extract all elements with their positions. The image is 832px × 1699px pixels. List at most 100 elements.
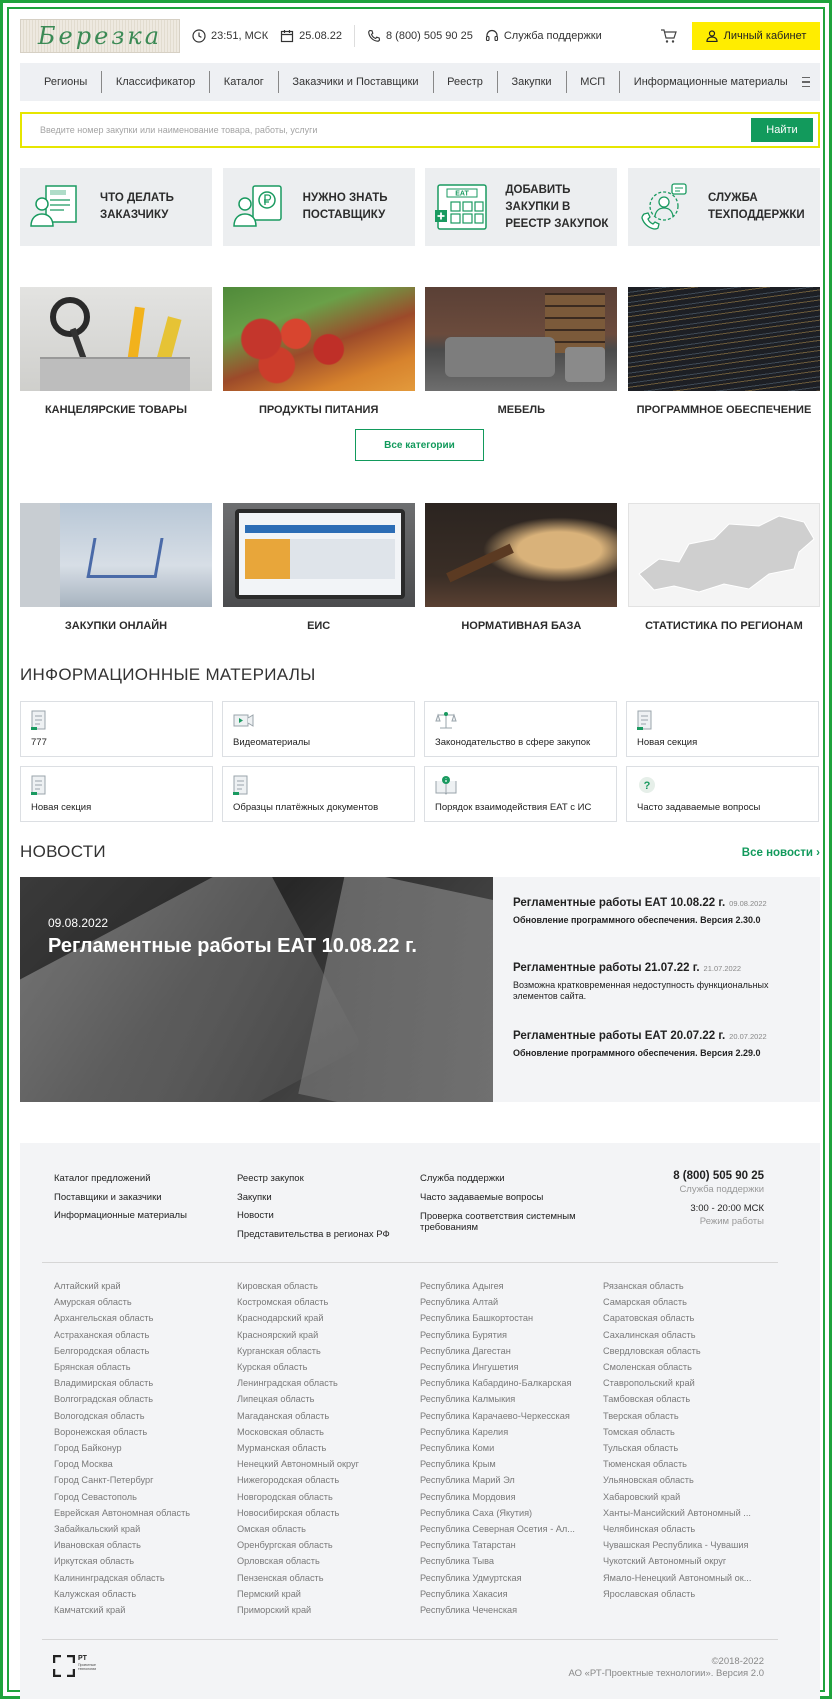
region-link[interactable]: Волгоградская область xyxy=(54,1391,222,1407)
search-button[interactable]: Найти xyxy=(751,118,813,142)
footer-link[interactable]: Новости xyxy=(237,1207,390,1226)
region-link[interactable]: Рязанская область xyxy=(603,1278,771,1294)
info-item-video[interactable]: Видеоматериалы xyxy=(222,701,415,757)
region-link[interactable]: Еврейская Автономная область xyxy=(54,1505,222,1521)
region-link[interactable]: Свердловская область xyxy=(603,1343,771,1359)
nav-item-classifier[interactable]: Классификатор xyxy=(102,76,209,88)
region-link[interactable]: Орловская область xyxy=(237,1553,405,1569)
service-card-eis[interactable]: ЕИС xyxy=(222,503,415,632)
region-link[interactable]: Республика Крым xyxy=(420,1456,588,1472)
region-link[interactable]: Нижегородская область xyxy=(237,1472,405,1488)
region-link[interactable]: Город Байконур xyxy=(54,1440,222,1456)
region-link[interactable]: Вологодская область xyxy=(54,1408,222,1424)
region-link[interactable]: Астраханская область xyxy=(54,1327,222,1343)
region-link[interactable]: Республика Дагестан xyxy=(420,1343,588,1359)
category-card-food[interactable]: ПРОДУКТЫ ПИТАНИЯ xyxy=(222,287,415,416)
footer-link[interactable]: Проверка соответствия системным требован… xyxy=(420,1211,600,1233)
region-link[interactable]: Иркутская область xyxy=(54,1553,222,1569)
footer-link[interactable]: Реестр закупок xyxy=(237,1170,390,1189)
search-input[interactable] xyxy=(40,125,751,135)
region-link[interactable]: Курганская область xyxy=(237,1343,405,1359)
region-link[interactable]: Чувашская Республика - Чувашия xyxy=(603,1537,771,1553)
region-link[interactable]: Смоленская область xyxy=(603,1359,771,1375)
rt-logo[interactable]: РТ Проектные технологии xyxy=(53,1655,102,1677)
region-link[interactable]: Омская область xyxy=(237,1521,405,1537)
region-link[interactable]: Магаданская область xyxy=(237,1408,405,1424)
news-item[interactable]: Регламентные работы ЕАТ 20.07.22 г. 20.07… xyxy=(513,1030,800,1059)
region-link[interactable]: Республика Калмыкия xyxy=(420,1391,588,1407)
region-link[interactable]: Камчатский край xyxy=(54,1602,222,1618)
region-link[interactable]: Алтайский край xyxy=(54,1278,222,1294)
region-link[interactable]: Республика Адыгея xyxy=(420,1278,588,1294)
region-link[interactable]: Самарская область xyxy=(603,1294,771,1310)
region-link[interactable]: Город Санкт-Петербург xyxy=(54,1472,222,1488)
all-categories-button[interactable]: Все категории xyxy=(355,429,484,461)
region-link[interactable]: Пермский край xyxy=(237,1586,405,1602)
service-card-region-stats[interactable]: СТАТИСТИКА ПО РЕГИОНАМ xyxy=(627,503,820,632)
region-link[interactable]: Город Севастополь xyxy=(54,1489,222,1505)
tile-customer[interactable]: Что делать заказчику xyxy=(20,168,212,246)
region-link[interactable]: Ивановская область xyxy=(54,1537,222,1553)
region-link[interactable]: Калужская область xyxy=(54,1586,222,1602)
region-link[interactable]: Мурманская область xyxy=(237,1440,405,1456)
region-link[interactable]: Республика Алтай xyxy=(420,1294,588,1310)
all-news-link[interactable]: Все новости › xyxy=(742,847,820,859)
region-link[interactable]: Курская область xyxy=(237,1359,405,1375)
region-link[interactable]: Республика Карачаево-Черкесская xyxy=(420,1408,588,1424)
region-link[interactable]: Ненецкий Автономный округ xyxy=(237,1456,405,1472)
region-link[interactable]: Хабаровский край xyxy=(603,1489,771,1505)
region-link[interactable]: Город Москва xyxy=(54,1456,222,1472)
tile-supplier[interactable]: Нужно знать поставщику xyxy=(222,168,415,246)
footer-link[interactable]: Закупки xyxy=(237,1189,390,1208)
info-item-eat-interaction[interactable]: Порядок взаимодействия ЕАТ с ИС xyxy=(424,766,617,822)
region-link[interactable]: Республика Татарстан xyxy=(420,1537,588,1553)
nav-item-customers-suppliers[interactable]: Заказчики и Поставщики xyxy=(278,76,432,88)
region-link[interactable]: Владимирская область xyxy=(54,1375,222,1391)
cart-icon[interactable] xyxy=(660,28,678,44)
region-link[interactable]: Ямало-Ненецкий Автономный ок... xyxy=(603,1570,771,1586)
region-link[interactable]: Тюменская область xyxy=(603,1456,771,1472)
news-item[interactable]: Регламентные работы ЕАТ 10.08.22 г. 09.08… xyxy=(513,897,800,926)
nav-item-catalog[interactable]: Каталог xyxy=(210,76,278,88)
nav-item-registry[interactable]: Реестр xyxy=(433,76,497,88)
site-logo[interactable]: Березка xyxy=(20,19,180,53)
region-link[interactable]: Республика Саха (Якутия) xyxy=(420,1505,588,1521)
region-link[interactable]: Архангельская область xyxy=(54,1310,222,1326)
region-link[interactable]: Чукотский Автономный округ xyxy=(603,1553,771,1569)
service-card-legal-base[interactable]: НОРМАТИВНАЯ БАЗА xyxy=(425,503,618,632)
nav-item-purchases[interactable]: Закупки xyxy=(497,76,565,88)
region-link[interactable]: Новгородская область xyxy=(237,1489,405,1505)
service-card-online-purchases[interactable]: ЗАКУПКИ ОНЛАЙН xyxy=(20,503,212,632)
region-link[interactable]: Республика Кабардино-Балкарская xyxy=(420,1375,588,1391)
region-link[interactable]: Брянская область xyxy=(54,1359,222,1375)
region-link[interactable]: Кировская область xyxy=(237,1278,405,1294)
footer-link[interactable]: Каталог предложений xyxy=(54,1170,187,1189)
category-card-software[interactable]: ПРОГРАММНОЕ ОБЕСПЕЧЕНИЕ xyxy=(627,287,820,416)
region-link[interactable]: Калининградская область xyxy=(54,1570,222,1586)
region-link[interactable]: Республика Бурятия xyxy=(420,1327,588,1343)
region-link[interactable]: Московская область xyxy=(237,1424,405,1440)
nav-item-regions[interactable]: Регионы xyxy=(30,76,101,88)
category-card-furniture[interactable]: МЕБЕЛЬ xyxy=(425,287,618,416)
region-link[interactable]: Республика Хакасия xyxy=(420,1586,588,1602)
region-link[interactable]: Республика Тыва xyxy=(420,1553,588,1569)
region-link[interactable]: Тверская область xyxy=(603,1408,771,1424)
region-link[interactable]: Тульская область xyxy=(603,1440,771,1456)
menu-icon[interactable] xyxy=(801,74,811,91)
region-link[interactable]: Ленинградская область xyxy=(237,1375,405,1391)
region-link[interactable]: Пензенская область xyxy=(237,1570,405,1586)
region-link[interactable]: Республика Ингушетия xyxy=(420,1359,588,1375)
region-link[interactable]: Республика Карелия xyxy=(420,1424,588,1440)
region-link[interactable]: Тамбовская область xyxy=(603,1391,771,1407)
region-link[interactable]: Ульяновская область xyxy=(603,1472,771,1488)
region-link[interactable]: Республика Чеченская xyxy=(420,1602,588,1618)
info-item-777[interactable]: 777 xyxy=(20,701,213,757)
region-link[interactable]: Приморский край xyxy=(237,1602,405,1618)
region-link[interactable]: Республика Удмуртская xyxy=(420,1570,588,1586)
nav-item-info-materials[interactable]: Информационные материалы xyxy=(620,76,802,88)
region-link[interactable]: Амурская область xyxy=(54,1294,222,1310)
region-link[interactable]: Костромская область xyxy=(237,1294,405,1310)
region-link[interactable]: Ханты-Мансийский Автономный ... xyxy=(603,1505,771,1521)
region-link[interactable]: Сахалинская область xyxy=(603,1327,771,1343)
region-link[interactable]: Ставропольский край xyxy=(603,1375,771,1391)
